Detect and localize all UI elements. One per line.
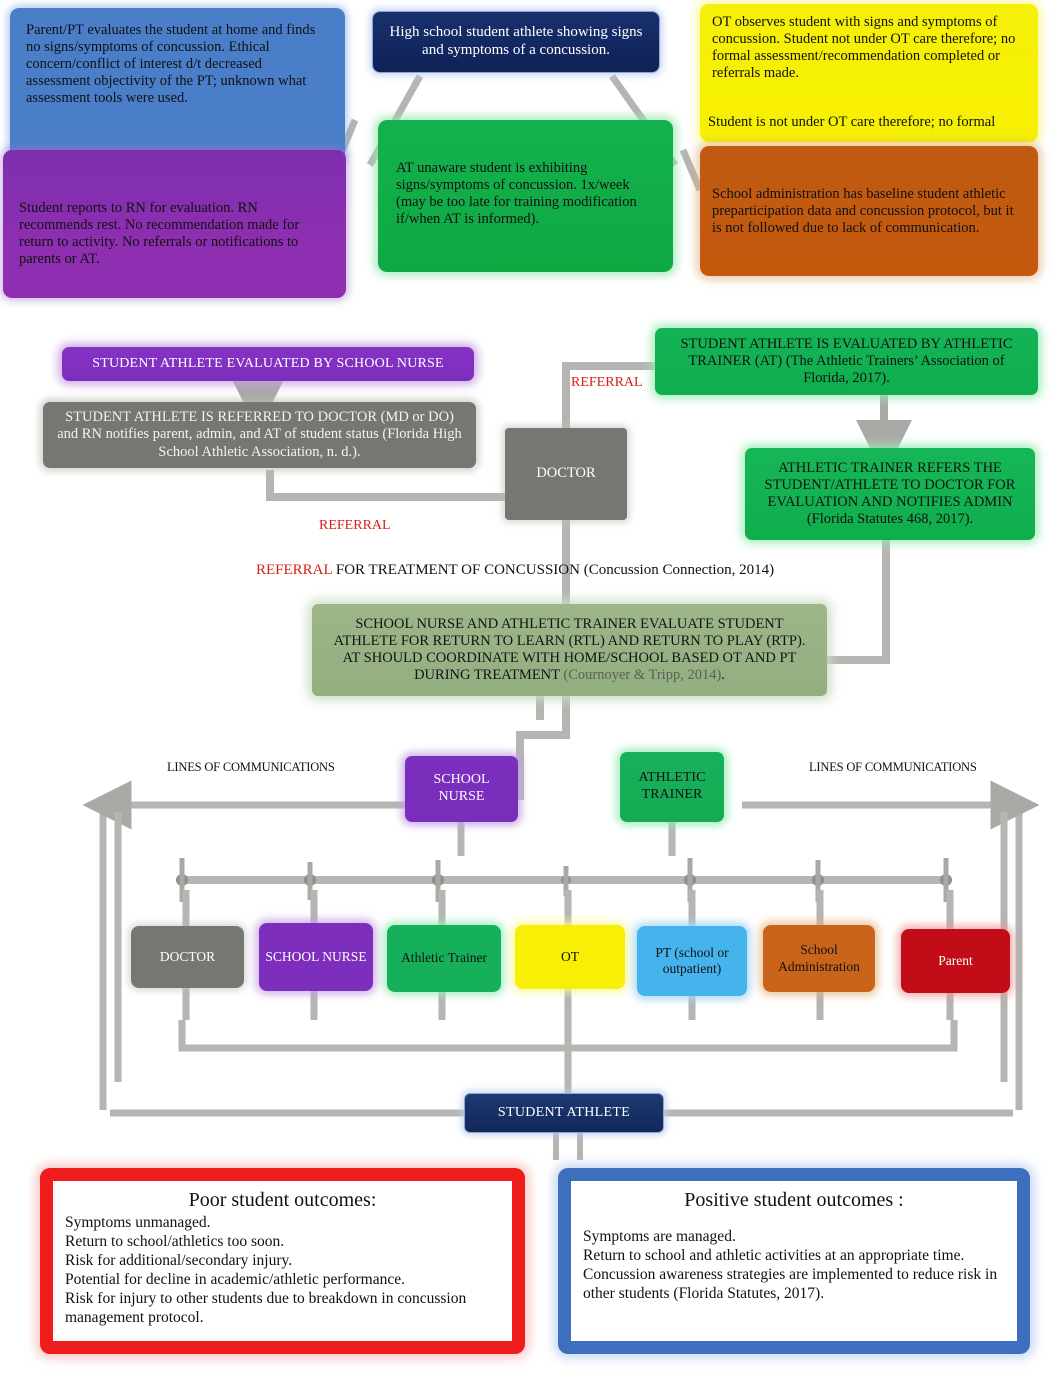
- poor-outcomes-inner: Poor student outcomes: Symptoms unmanage…: [53, 1181, 512, 1333]
- at-unaware-text: AT unaware student is exhibiting signs/s…: [396, 160, 637, 228]
- ot-note-text: Student is not under OT care therefore; …: [708, 114, 996, 130]
- rtl-rtp-evaluation-box: SCHOOL NURSE AND ATHLETIC TRAINER EVALUA…: [312, 604, 827, 696]
- rn-evaluation-box: Student reports to RN for evaluation. RN…: [3, 150, 346, 298]
- poor-outcome-line: Symptoms unmanaged.: [65, 1214, 211, 1231]
- referral-label-upper: REFERRAL: [571, 375, 643, 390]
- high-school-athlete-box: High school student athlete showing sign…: [372, 11, 660, 73]
- positive-outcomes-panel: Positive student outcomes : Symptoms are…: [558, 1168, 1030, 1354]
- poor-outcome-line: Potential for decline in academic/athlet…: [65, 1270, 405, 1288]
- positive-outcomes-inner: Positive student outcomes : Symptoms are…: [571, 1181, 1017, 1310]
- student-athlete-node-label: STUDENT ATHLETE: [497, 1104, 631, 1120]
- referral-for-treatment-label: REFERRAL FOR TREATMENT OF CONCUSSION (Co…: [256, 562, 774, 579]
- poor-outcome-line: Risk for additional/secondary injury.: [65, 1251, 293, 1269]
- role-box-doctor: DOCTOR: [131, 926, 244, 988]
- ot-observes-text: OT observes student with signs and sympt…: [712, 14, 1016, 82]
- at-unaware-box: AT unaware student is exhibiting signs/s…: [378, 120, 673, 272]
- doctor-node-box: DOCTOR: [505, 428, 627, 520]
- student-athlete-node-box: STUDENT ATHLETE: [464, 1093, 664, 1133]
- diagram-canvas: Parent/PT evaluates the student at home …: [0, 0, 1062, 1377]
- poor-outcome-line: Return to school/athletics too soon.: [65, 1232, 285, 1250]
- role-label-parent: Parent: [938, 952, 973, 968]
- role-box-school-administration: School Administration: [763, 925, 875, 992]
- doctor-node-label: DOCTOR: [536, 465, 596, 482]
- athletic-trainer-node-label: ATHLETIC TRAINER: [638, 770, 706, 802]
- school-administration-box: School administration has baseline stude…: [700, 146, 1038, 276]
- referred-to-doctor-box: STUDENT ATHLETE IS REFERRED TO DOCTOR (M…: [43, 402, 476, 468]
- referral-label-lower: REFERRAL: [319, 518, 391, 533]
- role-box-parent: Parent: [901, 929, 1010, 993]
- evaluated-by-school-nurse-text: STUDENT ATHLETE EVALUATED BY SCHOOL NURS…: [92, 355, 444, 371]
- school-nurse-node-box: SCHOOL NURSE: [405, 756, 518, 822]
- role-box-pt: PT (school or outpatient): [637, 926, 747, 996]
- role-label-doctor: DOCTOR: [159, 948, 216, 964]
- referral-word: REFERRAL: [256, 562, 333, 578]
- role-label-pt: PT (school or outpatient): [655, 944, 729, 976]
- role-label-ot: OT: [561, 948, 579, 964]
- athletic-trainer-refers-box: ATHLETIC TRAINER REFERS THE STUDENT/ATHL…: [745, 448, 1035, 540]
- evaluated-by-athletic-trainer-box: STUDENT ATHLETE IS EVALUATED BY ATHLETIC…: [655, 328, 1038, 395]
- role-box-ot: OT: [515, 925, 625, 989]
- school-administration-text: School administration has baseline stude…: [712, 186, 1014, 237]
- evaluated-by-athletic-trainer-text: STUDENT ATHLETE IS EVALUATED BY ATHLETIC…: [680, 335, 1013, 387]
- positive-outcomes-title: Positive student outcomes :: [684, 1189, 904, 1211]
- role-label-school-administration: School Administration: [778, 942, 860, 974]
- positive-outcome-line: Concussion awareness strategies are impl…: [583, 1265, 998, 1302]
- role-label-athletic-trainer: Athletic Trainer: [401, 950, 487, 966]
- role-label-school-nurse: SCHOOL NURSE: [265, 948, 367, 964]
- evaluated-by-school-nurse-box: STUDENT ATHLETE EVALUATED BY SCHOOL NURS…: [62, 347, 474, 381]
- rtl-rtp-tail: .: [721, 667, 725, 684]
- parent-pt-evaluation-box: Parent/PT evaluates the student at home …: [10, 8, 345, 163]
- referral-for-treatment-rest: FOR TREATMENT OF CONCUSSION (Concussion …: [332, 562, 775, 578]
- positive-outcome-line: Symptoms are managed.: [583, 1228, 736, 1245]
- athletic-trainer-node-box: ATHLETIC TRAINER: [620, 752, 724, 822]
- poor-outcomes-title: Poor student outcomes:: [188, 1189, 377, 1211]
- rtl-rtp-citation: (Cournoyer & Tripp, 2014): [563, 667, 722, 684]
- positive-outcome-line: Return to school and athletic activities…: [583, 1246, 965, 1264]
- rn-evaluation-text: Student reports to RN for evaluation. RN…: [19, 200, 300, 268]
- parent-pt-text: Parent/PT evaluates the student at home …: [26, 22, 316, 107]
- referred-to-doctor-text: STUDENT ATHLETE IS REFERRED TO DOCTOR (M…: [57, 409, 462, 460]
- athletic-trainer-refers-text: ATHLETIC TRAINER REFERS THE STUDENT/ATHL…: [764, 459, 1016, 528]
- school-nurse-node-label: SCHOOL NURSE: [433, 772, 490, 804]
- lines-of-communications-right-label: LINES OF COMMUNICATIONS: [809, 760, 977, 774]
- lines-of-communications-left-label: LINES OF COMMUNICATIONS: [167, 760, 335, 774]
- high-school-athlete-text: High school student athlete showing sign…: [389, 24, 643, 58]
- role-box-school-nurse: SCHOOL NURSE: [259, 923, 373, 991]
- poor-outcomes-panel: Poor student outcomes: Symptoms unmanage…: [40, 1168, 525, 1354]
- poor-outcome-line: Risk for injury to other students due to…: [65, 1289, 467, 1326]
- rtl-rtp-block: SCHOOL NURSE AND ATHLETIC TRAINER EVALUA…: [324, 616, 815, 684]
- role-box-athletic-trainer: Athletic Trainer: [387, 925, 501, 992]
